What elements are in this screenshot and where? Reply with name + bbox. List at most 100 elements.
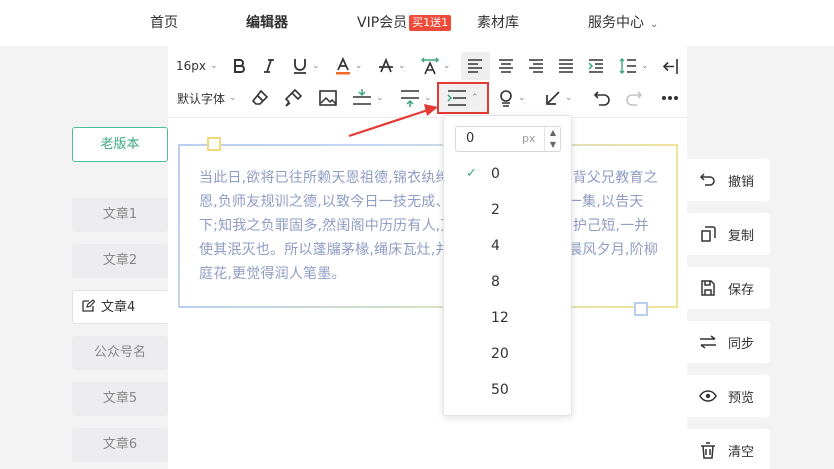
- nav-editor[interactable]: 编辑器: [246, 13, 288, 33]
- editor-toolbar: 16px ⌄ ⌄ ⌄ ⌄ ⌄ ⌄ 默认字体 ⌄ ⌄ ⌄ ⌃ ⌄ ⌄: [168, 46, 687, 118]
- font-color-icon: [336, 57, 350, 75]
- frame-border-right: [676, 144, 678, 308]
- save-action-button[interactable]: 保存: [687, 267, 770, 309]
- spacing-option[interactable]: 12: [444, 300, 571, 336]
- arrow-down-left-icon: [546, 91, 560, 105]
- trash-icon: [699, 441, 717, 459]
- nav-service[interactable]: 服务中心 ⌄: [588, 13, 658, 35]
- top-nav: 首页 编辑器 VIP会员 买1送1 素材库 服务中心 ⌄: [0, 0, 834, 46]
- direction-button[interactable]: ⌄: [545, 86, 573, 110]
- chevron-up-icon[interactable]: ▲: [545, 127, 561, 139]
- spacing-option[interactable]: 4: [444, 228, 571, 264]
- bold-button[interactable]: [232, 54, 246, 78]
- align-right-icon: [529, 59, 543, 73]
- nav-materials[interactable]: 素材库: [477, 13, 519, 33]
- paragraph-spacing-before-button[interactable]: ⌄: [352, 86, 384, 110]
- strikethrough-icon: [379, 57, 393, 73]
- chevron-down-icon: ⌄: [210, 61, 218, 71]
- preview-action-button[interactable]: 预览: [687, 375, 770, 417]
- chevron-down-icon: ⌄: [641, 61, 649, 71]
- image-icon: [319, 90, 337, 106]
- align-right-button[interactable]: [528, 54, 544, 78]
- font-size-value: 16px: [176, 59, 206, 73]
- chevron-down-icon: ⌄: [376, 93, 384, 103]
- nav-vip-label: VIP会员: [357, 15, 408, 31]
- chevron-down-icon: ⌄: [565, 93, 573, 103]
- chevron-down-icon: ⌄: [229, 93, 237, 103]
- italic-icon: [264, 59, 274, 73]
- indent-button[interactable]: [588, 54, 604, 78]
- font-family-select[interactable]: 默认字体 ⌄: [177, 86, 237, 110]
- undo-button[interactable]: [593, 86, 611, 110]
- editor-panel: 16px ⌄ ⌄ ⌄ ⌄ ⌄ ⌄ 默认字体 ⌄ ⌄ ⌄ ⌃ ⌄ ⌄ 当此日,欲将…: [168, 46, 687, 469]
- sidebar-item-account-name[interactable]: 公众号名: [72, 336, 168, 370]
- format-painter-button[interactable]: [284, 86, 302, 110]
- strikethrough-button[interactable]: ⌄: [378, 54, 406, 78]
- undo-action-button[interactable]: 撤销: [687, 159, 770, 201]
- sidebar-item-article6[interactable]: 文章6: [72, 428, 168, 462]
- eye-icon: [699, 387, 717, 405]
- sidebar-item-article4[interactable]: 文章4: [72, 290, 168, 324]
- spacing-option[interactable]: 8: [444, 264, 571, 300]
- line-spacing-dropdown: 0 px ▲ ▼ ✓ 0 2 4 8 12 20 50: [443, 115, 572, 416]
- sidebar-item-article2[interactable]: 文章2: [72, 244, 168, 278]
- exit-button[interactable]: [662, 54, 679, 78]
- sync-action-button[interactable]: 同步: [687, 321, 770, 363]
- save-icon: [699, 279, 717, 297]
- underline-button[interactable]: ⌄: [292, 54, 320, 78]
- font-color-button[interactable]: ⌄: [335, 54, 363, 78]
- line-height-icon: [619, 58, 636, 74]
- paragraph-spacing-after-button[interactable]: ⌄: [400, 86, 432, 110]
- nav-home[interactable]: 首页: [150, 13, 178, 33]
- sync-icon: [699, 333, 717, 351]
- spacing-option[interactable]: 50: [444, 372, 571, 408]
- nav-vip[interactable]: VIP会员 买1送1: [357, 13, 452, 33]
- chevron-down-icon: ⌄: [443, 61, 451, 71]
- spacing-option[interactable]: 20: [444, 336, 571, 372]
- copy-action-button[interactable]: 复制: [687, 213, 770, 255]
- more-button[interactable]: [661, 86, 679, 110]
- letter-spacing-button[interactable]: ⌄: [421, 54, 451, 78]
- chevron-down-icon: ⌄: [355, 61, 363, 71]
- line-spacing-button[interactable]: ⌃: [447, 86, 479, 110]
- align-left-icon: [468, 59, 482, 73]
- font-family-value: 默认字体: [177, 91, 226, 106]
- redo-button[interactable]: [625, 86, 643, 110]
- line-height-button[interactable]: ⌄: [619, 54, 649, 78]
- chevron-down-icon: ⌄: [398, 61, 406, 71]
- frame-border-bottom: [178, 306, 678, 308]
- clear-action-button[interactable]: 清空: [687, 429, 770, 469]
- align-center-button[interactable]: [498, 54, 514, 78]
- spacing-input-value: 0: [466, 131, 475, 146]
- vip-promo-badge: 买1送1: [409, 15, 452, 31]
- bold-icon: [234, 59, 245, 73]
- spacing-option[interactable]: ✓ 0: [444, 156, 571, 192]
- align-left-button[interactable]: [467, 54, 483, 78]
- exit-icon: [662, 58, 678, 74]
- spacing-input[interactable]: 0 px ▲ ▼: [455, 126, 561, 152]
- lightbulb-icon: [500, 90, 512, 107]
- chevron-down-icon: ⌄: [424, 93, 432, 103]
- paint-brush-icon: [284, 89, 302, 107]
- frame-corner-square: [634, 302, 648, 316]
- undo-icon: [593, 91, 610, 106]
- old-version-button[interactable]: 老版本: [72, 127, 168, 162]
- redo-icon: [626, 91, 643, 106]
- font-size-select[interactable]: 16px ⌄: [176, 54, 218, 78]
- italic-button[interactable]: [262, 54, 276, 78]
- more-icon: [662, 96, 678, 100]
- spacing-stepper[interactable]: ▲ ▼: [544, 127, 561, 151]
- justify-button[interactable]: [558, 54, 574, 78]
- tip-button[interactable]: ⌄: [498, 86, 526, 110]
- chevron-down-icon: ⌄: [650, 19, 659, 30]
- spacing-option[interactable]: 2: [444, 192, 571, 228]
- sidebar-item-article1[interactable]: 文章1: [72, 198, 168, 232]
- clear-format-button[interactable]: [251, 86, 269, 110]
- sidebar-item-article5[interactable]: 文章5: [72, 382, 168, 416]
- article-content[interactable]: 当此日,欲将已往所赖天恩祖德,锦衣纨绔之时,饫甘餍肥之日,背父兄教育之恩,负师友…: [199, 166, 659, 286]
- insert-image-button[interactable]: [319, 86, 337, 110]
- chevron-down-icon[interactable]: ▼: [545, 139, 561, 151]
- frame-border-top: [178, 144, 678, 146]
- chevron-down-icon: ⌄: [312, 61, 320, 71]
- eraser-icon: [251, 89, 269, 105]
